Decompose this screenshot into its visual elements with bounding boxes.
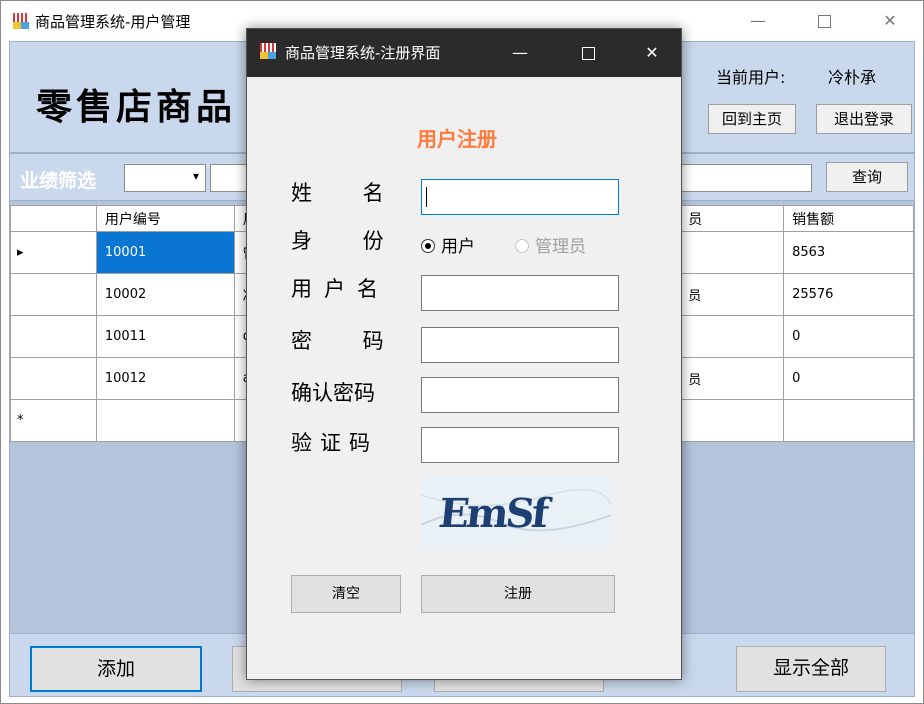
username-label: 用户名 bbox=[291, 277, 390, 301]
name-label: 姓 名 bbox=[291, 181, 384, 205]
confirm-password-field[interactable] bbox=[421, 377, 619, 413]
column-header-id[interactable]: 用户编号 bbox=[95, 205, 235, 232]
cell-id[interactable] bbox=[95, 399, 235, 442]
role-radio-user[interactable]: 用户 bbox=[421, 232, 475, 257]
row-header-corner bbox=[10, 205, 97, 232]
chevron-down-icon[interactable]: ▾ bbox=[193, 169, 199, 183]
name-field[interactable] bbox=[421, 179, 619, 215]
maximize-icon[interactable] bbox=[565, 29, 611, 77]
cell-id[interactable]: 10011 bbox=[95, 315, 235, 358]
register-button[interactable]: 注册 bbox=[421, 575, 615, 613]
store-title: 零售店商品 bbox=[36, 86, 237, 128]
minimize-icon[interactable]: — bbox=[497, 29, 543, 77]
cell-sales[interactable] bbox=[783, 399, 914, 442]
password-label: 密 码 bbox=[291, 329, 384, 353]
cell-role[interactable] bbox=[679, 231, 785, 274]
logout-button[interactable]: 退出登录 bbox=[816, 104, 912, 134]
role-radio-user-label: 用户 bbox=[441, 237, 475, 257]
captcha-field[interactable] bbox=[421, 427, 619, 463]
captcha-graphic: EmSf bbox=[421, 488, 611, 537]
current-user-name: 冷朴承 bbox=[828, 68, 877, 87]
radio-checked-icon bbox=[421, 239, 435, 253]
confirm-password-label: 确认密码 bbox=[291, 381, 375, 405]
text-caret bbox=[426, 187, 427, 207]
cell-sales[interactable]: 0 bbox=[783, 315, 914, 358]
cell-id[interactable]: 10012 bbox=[95, 357, 235, 400]
username-field[interactable] bbox=[421, 275, 619, 311]
captcha-text: EmSf bbox=[436, 490, 554, 537]
captcha-image[interactable]: EmSf bbox=[421, 475, 611, 547]
cell-role[interactable] bbox=[679, 399, 785, 442]
maximize-icon[interactable] bbox=[801, 1, 847, 41]
new-row-marker[interactable]: * bbox=[10, 399, 97, 442]
column-header-role[interactable]: 员 bbox=[679, 205, 785, 232]
password-field[interactable] bbox=[421, 327, 619, 363]
add-button[interactable]: 添加 bbox=[30, 646, 202, 692]
cell-role[interactable] bbox=[679, 315, 785, 358]
home-button[interactable]: 回到主页 bbox=[708, 104, 796, 134]
app-icon bbox=[13, 13, 29, 29]
cell-role[interactable]: 员 bbox=[679, 357, 785, 400]
column-header-sales[interactable]: 销售额 bbox=[783, 205, 914, 232]
cell-sales[interactable]: 25576 bbox=[783, 273, 914, 316]
query-button[interactable]: 查询 bbox=[826, 162, 908, 192]
role-radio-admin-label: 管理员 bbox=[535, 237, 586, 257]
dialog-title: 商品管理系统-注册界面 bbox=[285, 44, 441, 62]
cell-role[interactable]: 员 bbox=[679, 273, 785, 316]
current-user-label: 当前用户: bbox=[716, 68, 786, 87]
filter-label: 业绩筛选 bbox=[20, 170, 97, 192]
show-all-button[interactable]: 显示全部 bbox=[736, 646, 886, 692]
filter-select[interactable]: ▾ bbox=[124, 164, 206, 192]
window-title: 商品管理系统-用户管理 bbox=[35, 13, 191, 31]
radio-unchecked-icon bbox=[515, 239, 529, 253]
role-label: 身 份 bbox=[291, 229, 384, 253]
row-header[interactable] bbox=[10, 273, 97, 316]
cell-id[interactable]: 10002 bbox=[95, 273, 235, 316]
clear-button[interactable]: 清空 bbox=[291, 575, 401, 613]
cell-sales[interactable]: 0 bbox=[783, 357, 914, 400]
row-header[interactable] bbox=[10, 315, 97, 358]
cell-id[interactable]: 10001 bbox=[95, 231, 235, 274]
current-row-marker[interactable]: ▸ bbox=[10, 231, 97, 274]
dialog-titlebar[interactable]: 商品管理系统-注册界面 — ✕ bbox=[247, 29, 681, 77]
row-header[interactable] bbox=[10, 357, 97, 400]
role-radio-admin[interactable]: 管理员 bbox=[515, 232, 586, 257]
captcha-label: 验证码 bbox=[291, 431, 378, 455]
close-icon[interactable]: ✕ bbox=[867, 1, 913, 41]
close-icon[interactable]: ✕ bbox=[629, 29, 675, 77]
register-heading: 用户注册 bbox=[417, 127, 497, 151]
minimize-icon[interactable]: — bbox=[735, 1, 781, 41]
cell-sales[interactable]: 8563 bbox=[783, 231, 914, 274]
app-icon bbox=[260, 43, 276, 59]
register-dialog: 商品管理系统-注册界面 — ✕ 用户注册 姓 名 身 份 用户 管理员 用户名 … bbox=[246, 28, 682, 680]
